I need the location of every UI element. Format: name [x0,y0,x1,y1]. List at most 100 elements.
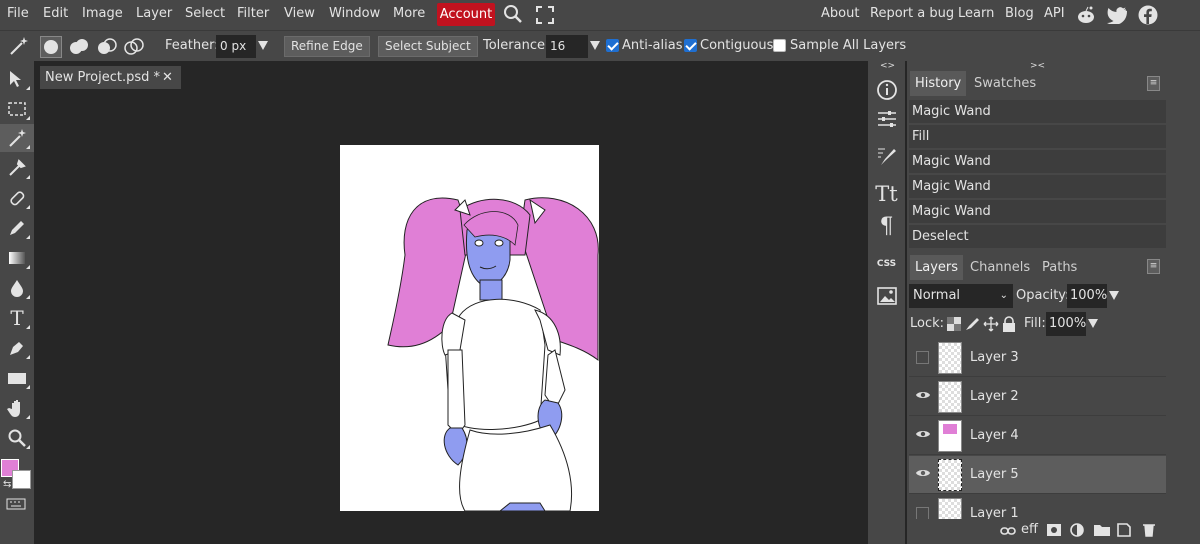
info-icon[interactable] [868,75,905,105]
tab-history[interactable]: History [910,71,967,96]
fill-dropdown-icon[interactable] [1088,319,1098,328]
layer-row[interactable]: Layer 2 [909,378,1166,416]
eye-icon[interactable] [915,428,931,444]
selection-add-button[interactable] [68,37,90,61]
mask-icon[interactable] [1047,524,1061,540]
trash-icon[interactable] [1142,523,1156,541]
history-item[interactable]: Fill [909,125,1166,149]
brush-tool[interactable] [0,214,34,242]
keyboard-icon[interactable] [6,498,26,514]
history-menu-button[interactable]: ≡ [1147,76,1160,91]
account-button[interactable]: Account [437,3,495,26]
feather-input[interactable]: 0 px [216,35,256,58]
gradient-tool[interactable] [0,244,34,272]
layer-row[interactable]: Layer 4 [909,417,1166,455]
eye-icon[interactable] [915,467,931,483]
history-item[interactable]: Magic Wand [909,100,1166,124]
search-icon[interactable] [503,4,523,28]
menu-view[interactable]: View [284,6,315,21]
contiguous-checkbox[interactable] [684,39,697,52]
magic-wand-tool[interactable] [0,124,34,152]
history-item[interactable]: Deselect [909,225,1166,249]
selection-intersect-button[interactable] [123,37,145,61]
visibility-toggle[interactable] [916,351,929,364]
menu-api[interactable]: API [1044,6,1065,21]
fill-input[interactable]: 100% [1046,312,1086,336]
selection-new-button[interactable] [40,36,62,58]
layer-row-selected[interactable]: Layer 5 [909,456,1166,494]
twitter-icon[interactable] [1107,6,1127,28]
tab-swatches[interactable]: Swatches [969,71,1041,96]
effects-button[interactable]: eff [1021,522,1038,537]
menu-layer[interactable]: Layer [136,6,172,21]
paragraph-icon[interactable]: ¶ [868,211,905,241]
marquee-tool[interactable] [0,95,34,123]
new-layer-icon[interactable] [1117,523,1131,541]
tolerance-dropdown-icon[interactable] [590,41,600,50]
lock-transparency-icon[interactable] [947,317,961,335]
eye-icon[interactable] [915,389,931,405]
zoom-tool[interactable] [0,424,34,452]
background-color-swatch[interactable] [12,470,31,489]
layer-name: Layer 4 [970,428,1019,443]
menu-file[interactable]: File [7,6,29,21]
pen-tool[interactable] [0,334,34,362]
close-tab-icon[interactable]: ✕ [162,66,173,89]
tab-channels[interactable]: Channels [965,255,1035,280]
select-subject-button[interactable]: Select Subject [378,36,478,57]
menu-report-bug[interactable]: Report a bug [870,6,954,21]
fullscreen-icon[interactable] [536,6,554,28]
menu-image[interactable]: Image [82,6,123,21]
document-tab[interactable]: New Project.psd * ✕ [40,66,181,89]
menu-filter[interactable]: Filter [237,6,269,21]
shape-tool[interactable] [0,364,34,392]
move-tool[interactable] [0,65,34,93]
image-icon[interactable] [868,281,905,311]
layer-row[interactable]: Layer 1 [909,495,1166,519]
history-item[interactable]: Magic Wand [909,200,1166,224]
adjustment-layer-icon[interactable] [1070,523,1084,541]
hand-tool[interactable] [0,394,34,422]
css-icon[interactable]: CSS [868,249,905,279]
link-icon[interactable] [1000,525,1016,540]
layers-menu-button[interactable]: ≡ [1147,259,1160,274]
selection-subtract-button[interactable] [96,37,118,61]
lock-position-icon[interactable] [983,316,999,336]
tab-layers[interactable]: Layers [910,255,964,280]
menu-select[interactable]: Select [185,6,225,21]
menu-learn[interactable]: Learn [958,6,994,21]
lock-all-icon[interactable] [1002,316,1016,336]
swap-colors-icon[interactable]: ⇆ [3,479,11,490]
eyedropper-tool[interactable] [0,154,34,182]
character-icon[interactable]: Tt [868,179,905,209]
opacity-dropdown-icon[interactable] [1109,291,1119,300]
tolerance-input[interactable]: 16 [546,35,588,58]
document-canvas[interactable] [340,145,599,511]
menu-about[interactable]: About [821,6,859,21]
menu-edit[interactable]: Edit [43,6,68,21]
reddit-icon[interactable] [1076,5,1096,29]
visibility-toggle[interactable] [916,507,929,519]
text-tool[interactable]: T [0,304,34,332]
facebook-icon[interactable] [1138,5,1158,29]
tab-paths[interactable]: Paths [1037,255,1082,280]
lock-pixels-icon[interactable] [965,317,981,335]
adjustments-icon[interactable] [868,104,905,134]
healing-tool[interactable] [0,184,34,212]
folder-icon[interactable] [1094,524,1110,540]
feather-dropdown-icon[interactable] [258,41,268,50]
anti-alias-checkbox[interactable] [606,39,619,52]
history-item[interactable]: Magic Wand [909,175,1166,199]
refine-edge-button[interactable]: Refine Edge [284,36,370,57]
history-item[interactable]: Magic Wand [909,150,1166,174]
blur-tool[interactable] [0,274,34,302]
menu-more[interactable]: More [393,6,425,21]
collapse-strip-icon[interactable]: <> [880,61,895,71]
menu-window[interactable]: Window [329,6,380,21]
menu-blog[interactable]: Blog [1005,6,1034,21]
sample-all-layers-checkbox[interactable] [773,39,786,52]
layer-row[interactable]: Layer 3 [909,339,1166,377]
blend-mode-select[interactable]: Normal ⌄ [909,284,1013,308]
brush-settings-icon[interactable] [868,141,905,171]
opacity-input[interactable]: 100% [1067,284,1107,308]
